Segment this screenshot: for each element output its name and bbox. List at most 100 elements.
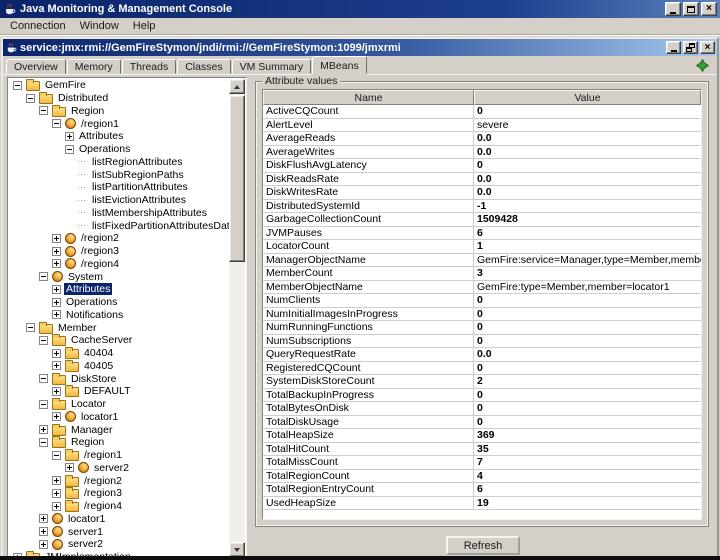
table-row[interactable]: AverageWrites 0.0: [263, 146, 701, 160]
maximize-button[interactable]: [683, 2, 699, 16]
table-row[interactable]: TotalMissCount 7: [263, 456, 701, 470]
menu-item[interactable]: Connection: [3, 19, 73, 34]
tree-node[interactable]: server1: [9, 525, 229, 538]
table-row[interactable]: AlertLevel severe: [263, 119, 701, 133]
table-row[interactable]: DiskWritesRate 0.0: [263, 186, 701, 200]
table-row[interactable]: SystemDiskStoreCount 2: [263, 375, 701, 389]
tree-expander-icon[interactable]: [78, 200, 87, 201]
column-header-name[interactable]: Name: [263, 90, 474, 105]
tree-node[interactable]: listRegionAttributes: [9, 156, 229, 169]
table-row[interactable]: JVMPauses 6: [263, 227, 701, 241]
table-row[interactable]: LocatorCount 1: [263, 240, 701, 254]
table-row[interactable]: AverageReads 0.0: [263, 132, 701, 146]
tree-node[interactable]: Notifications: [9, 309, 229, 322]
tree-node[interactable]: Attributes: [9, 283, 229, 296]
tree-expander-icon[interactable]: [52, 476, 61, 485]
tree-expander-icon[interactable]: [39, 527, 48, 536]
tree-expander-icon[interactable]: [39, 336, 48, 345]
tree-expander-icon[interactable]: [39, 272, 48, 281]
tree-expander-icon[interactable]: [65, 463, 74, 472]
tree-node[interactable]: /region2: [9, 232, 229, 245]
tree-node[interactable]: listEvictionAttributes: [9, 194, 229, 207]
tab[interactable]: VM Summary: [232, 59, 312, 74]
column-header-value[interactable]: Value: [474, 90, 701, 105]
table-row[interactable]: TotalBytesOnDisk 0: [263, 402, 701, 416]
tree-expander-icon[interactable]: [52, 119, 61, 128]
tree-expander-icon[interactable]: [52, 412, 61, 421]
tree-node[interactable]: GemFire: [9, 79, 229, 92]
tree-expander-icon[interactable]: [78, 212, 87, 213]
tree-node[interactable]: System: [9, 270, 229, 283]
tree-node[interactable]: locator1: [9, 513, 229, 526]
table-row[interactable]: TotalHeapSize 369: [263, 429, 701, 443]
tree-node[interactable]: server2: [9, 538, 229, 551]
tree-expander-icon[interactable]: [26, 323, 35, 332]
tree-node[interactable]: /region4: [9, 500, 229, 513]
tree-expander-icon[interactable]: [78, 187, 87, 188]
tree-expander-icon[interactable]: [39, 374, 48, 383]
tree-node[interactable]: /region3: [9, 487, 229, 500]
table-row[interactable]: RegisteredCQCount 0: [263, 362, 701, 376]
tree-node[interactable]: 40405: [9, 360, 229, 373]
scroll-down-button[interactable]: [229, 542, 245, 557]
tree-expander-icon[interactable]: [78, 161, 87, 162]
tree-expander-icon[interactable]: [52, 310, 61, 319]
tree-node[interactable]: listPartitionAttributes: [9, 181, 229, 194]
tree-expander-icon[interactable]: [52, 502, 61, 511]
tree-expander-icon[interactable]: [39, 540, 48, 549]
table-row[interactable]: DiskFlushAvgLatency 0: [263, 159, 701, 173]
table-row[interactable]: TotalDiskUsage 0: [263, 416, 701, 430]
table-row[interactable]: GarbageCollectionCount 1509428: [263, 213, 701, 227]
tree-node[interactable]: listFixedPartitionAttributesData: [9, 219, 229, 232]
tree-node[interactable]: server2: [9, 462, 229, 475]
tree-expander-icon[interactable]: [26, 94, 35, 103]
tree-node[interactable]: /region2: [9, 474, 229, 487]
tree-node[interactable]: 40404: [9, 347, 229, 360]
tree-node[interactable]: CacheServer: [9, 334, 229, 347]
frame-close-button[interactable]: ×: [700, 41, 715, 54]
tree-node[interactable]: /region1: [9, 117, 229, 130]
tree-expander-icon[interactable]: [78, 174, 87, 175]
tree-node[interactable]: Operations: [9, 296, 229, 309]
tree-expander-icon[interactable]: [52, 285, 61, 294]
tree-node[interactable]: Region: [9, 436, 229, 449]
tree-expander-icon[interactable]: [39, 106, 48, 115]
table-row[interactable]: NumSubscriptions 0: [263, 335, 701, 349]
close-button[interactable]: ×: [701, 2, 717, 16]
tree-node[interactable]: locator1: [9, 411, 229, 424]
table-row[interactable]: QueryRequestRate 0.0: [263, 348, 701, 362]
menu-item[interactable]: Help: [126, 19, 163, 34]
table-row[interactable]: ManagerObjectName GemFire:service=Manage…: [263, 254, 701, 268]
tree-expander-icon[interactable]: [39, 425, 48, 434]
tree-node[interactable]: listMembershipAttributes: [9, 207, 229, 220]
table-row[interactable]: TotalRegionCount 4: [263, 470, 701, 484]
tree-expander-icon[interactable]: [52, 349, 61, 358]
table-row[interactable]: NumClients 0: [263, 294, 701, 308]
tree-node[interactable]: Region: [9, 105, 229, 118]
tree-expander-icon[interactable]: [39, 400, 48, 409]
tree-expander-icon[interactable]: [39, 514, 48, 523]
tree-node[interactable]: Operations: [9, 143, 229, 156]
table-row[interactable]: DistributedSystemId -1: [263, 200, 701, 214]
tree-expander-icon[interactable]: [52, 234, 61, 243]
tree-expander-icon[interactable]: [65, 145, 74, 154]
table-row[interactable]: NumInitialImagesInProgress 0: [263, 308, 701, 322]
tree-expander-icon[interactable]: [52, 247, 61, 256]
tree-expander-icon[interactable]: [52, 259, 61, 268]
tree-node[interactable]: Manager: [9, 423, 229, 436]
tree-expander-icon[interactable]: [52, 387, 61, 396]
tree-node[interactable]: DEFAULT: [9, 385, 229, 398]
scrollbar-thumb[interactable]: [229, 95, 245, 262]
tab[interactable]: Memory: [67, 59, 121, 74]
tree-node[interactable]: Attributes: [9, 130, 229, 143]
frame-restore-button[interactable]: [683, 41, 698, 54]
tree-node[interactable]: DiskStore: [9, 372, 229, 385]
scroll-up-button[interactable]: [229, 79, 245, 94]
tree-expander-icon[interactable]: [65, 132, 74, 141]
tree-expander-icon[interactable]: [78, 225, 87, 226]
table-row[interactable]: NumRunningFunctions 0: [263, 321, 701, 335]
tab[interactable]: Overview: [6, 59, 66, 74]
refresh-button[interactable]: Refresh: [446, 536, 520, 555]
tab[interactable]: Threads: [122, 59, 177, 74]
table-row[interactable]: MemberCount 3: [263, 267, 701, 281]
